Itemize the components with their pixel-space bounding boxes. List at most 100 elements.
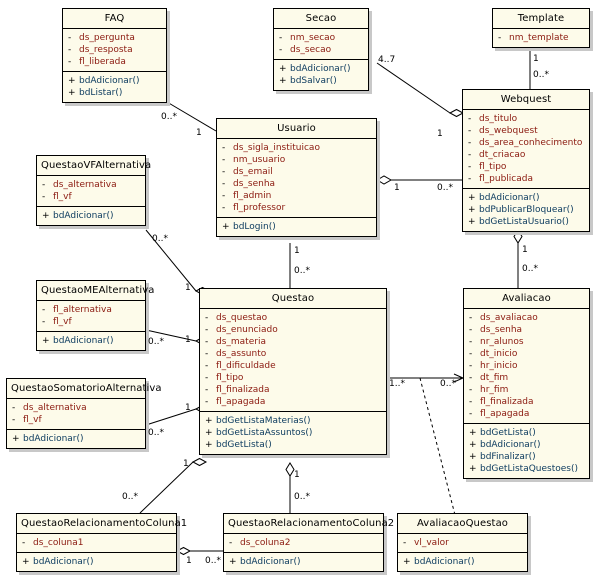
attribute-name: ds_coluna1: [33, 538, 84, 548]
visibility: -: [229, 538, 233, 548]
attribute: - ds_alternativa: [7, 402, 145, 414]
attribute-name: ds_email: [233, 167, 273, 177]
attribute: - fl_tipo: [200, 372, 386, 384]
attributes-compartment: - ds_pergunta - ds_resposta - fl_liberada: [63, 29, 166, 72]
operation: + bdSalvar(): [274, 75, 368, 87]
operation-name: bdAdicionar(): [23, 434, 84, 444]
attribute: - ds_questao: [200, 312, 386, 324]
attribute: - ds_alternativa: [37, 179, 145, 191]
edge-coluna1-coluna2: [175, 546, 223, 556]
edge-questao-coluna2: [285, 462, 295, 515]
visibility: +: [279, 76, 287, 86]
attribute-name: nm_secao: [290, 33, 336, 43]
edge-coluna1-questao: [139, 457, 208, 514]
attribute-name: hr_fim: [480, 385, 509, 395]
attribute-name: vl_valor: [414, 538, 449, 548]
class-secao[interactable]: Secao - nm_secao - ds_secao + bdAdicionar()…: [273, 8, 369, 91]
class-title: QuestaoRelacionamentoColuna2: [224, 514, 394, 534]
visibility: -: [498, 33, 502, 43]
visibility: -: [22, 538, 26, 548]
operation: + bdGetListaMaterias(): [200, 415, 386, 427]
class-title: QuestaoVFAlternativa: [37, 156, 151, 176]
class-questaomealternativa[interactable]: QuestaoMEAlternativa - fl_alternativa - fl…: [36, 280, 154, 351]
operation: + bdAdicionar(): [37, 210, 145, 222]
attribute-name: ds_alternativa: [23, 403, 87, 413]
attribute: - ds_enunciado: [200, 324, 386, 336]
visibility: -: [469, 373, 473, 383]
operation-name: bdListar(): [79, 88, 123, 98]
visibility: +: [22, 557, 30, 567]
attributes-compartment: - nm_secao - ds_secao: [274, 29, 368, 60]
attribute: - fl_vf: [37, 316, 145, 328]
multiplicity-template-webquest-webquest-end: 0..*: [533, 70, 549, 80]
class-avaliacaoquestao[interactable]: AvaliacaoQuestao - vl_valor + bdAdicionar(…: [397, 513, 528, 572]
attribute: - nm_secao: [274, 32, 368, 44]
attribute-name: fl_vf: [23, 415, 42, 425]
visibility: -: [468, 138, 472, 148]
visibility: -: [222, 143, 226, 153]
attribute: - nm_template: [493, 32, 589, 44]
class-usuario[interactable]: Usuario - ds_sigla_instituicao - nm_usuari…: [216, 118, 377, 237]
operation-name: bdGetLista(): [480, 428, 536, 438]
visibility: +: [42, 336, 50, 346]
class-webquest[interactable]: Webquest - ds_titulo - ds_webquest - ds_are…: [462, 89, 590, 232]
visibility: +: [229, 557, 237, 567]
class-questaorelacionamentocoluna2[interactable]: QuestaoRelacionamentoColuna2 - ds_coluna2…: [223, 513, 394, 572]
visibility: +: [205, 428, 213, 438]
attribute: - hr_inicio: [464, 360, 589, 372]
attribute-name: ds_materia: [216, 337, 266, 347]
multiplicity-questao-avaliacao-questao-end: 1..*: [389, 379, 405, 389]
visibility: -: [205, 361, 209, 371]
attribute: - fl_professor: [217, 202, 376, 214]
operation: + bdAdicionar(): [63, 75, 166, 87]
attribute-name: dt_criacao: [479, 150, 526, 160]
visibility: -: [205, 313, 209, 323]
attribute-name: fl_vf: [53, 192, 72, 202]
attribute: - ds_area_conhecimento: [463, 137, 589, 149]
attribute: - fl_dificuldade: [200, 360, 386, 372]
attribute-name: fl_professor: [233, 203, 286, 213]
operations-compartment: + bdGetListaMaterias() + bdGetListaAssunto…: [200, 412, 386, 454]
class-template[interactable]: Template - nm_template: [492, 8, 590, 48]
operation-name: bdAdicionar(): [53, 211, 114, 221]
operation: + bdAdicionar(): [7, 433, 145, 445]
operation: + bdAdicionar(): [224, 556, 383, 568]
visibility: -: [222, 155, 226, 165]
visibility: -: [222, 191, 226, 201]
attribute: - ds_assunto: [200, 348, 386, 360]
attribute: - ds_resposta: [63, 44, 166, 56]
multiplicity-webquest-avaliacao-avaliacao-end: 0..*: [522, 264, 538, 274]
operation: + bdGetListaAssuntos(): [200, 427, 386, 439]
class-title: FAQ: [63, 9, 166, 29]
multiplicity-template-webquest-template-end: 1: [533, 54, 539, 64]
multiplicity-coluna1-coluna2-coluna1-end: 1: [186, 556, 192, 566]
operation-name: bdAdicionar(): [79, 76, 140, 86]
attribute-name: ds_secao: [290, 45, 332, 55]
operation: + bdPublicarBloquear(): [463, 204, 589, 216]
attributes-compartment: - ds_alternativa - fl_vf: [37, 176, 145, 207]
visibility: -: [469, 385, 473, 395]
attribute-name: ds_area_conhecimento: [479, 138, 583, 148]
class-questaosomatorioalternativa[interactable]: QuestaoSomatorioAlternativa - ds_alternat…: [6, 378, 162, 449]
operation: + bdGetListaUsuario(): [463, 216, 589, 228]
visibility: -: [469, 397, 473, 407]
visibility: -: [469, 361, 473, 371]
class-questaorelacionamentocoluna1[interactable]: QuestaoRelacionamentoColuna1 - ds_coluna1…: [16, 513, 187, 572]
class-questaovfalternativa[interactable]: QuestaoVFAlternativa - ds_alternativa - fl…: [36, 155, 151, 226]
attribute-name: fl_admin: [233, 191, 272, 201]
class-avaliacao[interactable]: Avaliacao - ds_avaliacao - ds_senha - nr_al…: [463, 288, 590, 479]
multiplicity-som-questao-questao-end: 1: [185, 403, 191, 413]
operation: + bdListar(): [63, 87, 166, 99]
attribute: - ds_webquest: [463, 125, 589, 137]
attributes-compartment: - ds_coluna2: [224, 534, 383, 553]
visibility: -: [468, 126, 472, 136]
attribute: - fl_admin: [217, 190, 376, 202]
operations-compartment: + bdAdicionar() + bdPublicarBloquear() + bd…: [463, 189, 589, 231]
visibility: -: [222, 179, 226, 189]
class-questao[interactable]: Questao - ds_questao - ds_enunciado - ds_ma…: [199, 288, 387, 455]
visibility: +: [469, 452, 477, 462]
class-faq[interactable]: FAQ - ds_pergunta - ds_resposta - fl_libera…: [62, 8, 167, 103]
attribute: - ds_materia: [200, 336, 386, 348]
multiplicity-vf-questao-questao-end: 1: [185, 283, 191, 293]
operations-compartment: + bdAdicionar(): [224, 553, 383, 571]
